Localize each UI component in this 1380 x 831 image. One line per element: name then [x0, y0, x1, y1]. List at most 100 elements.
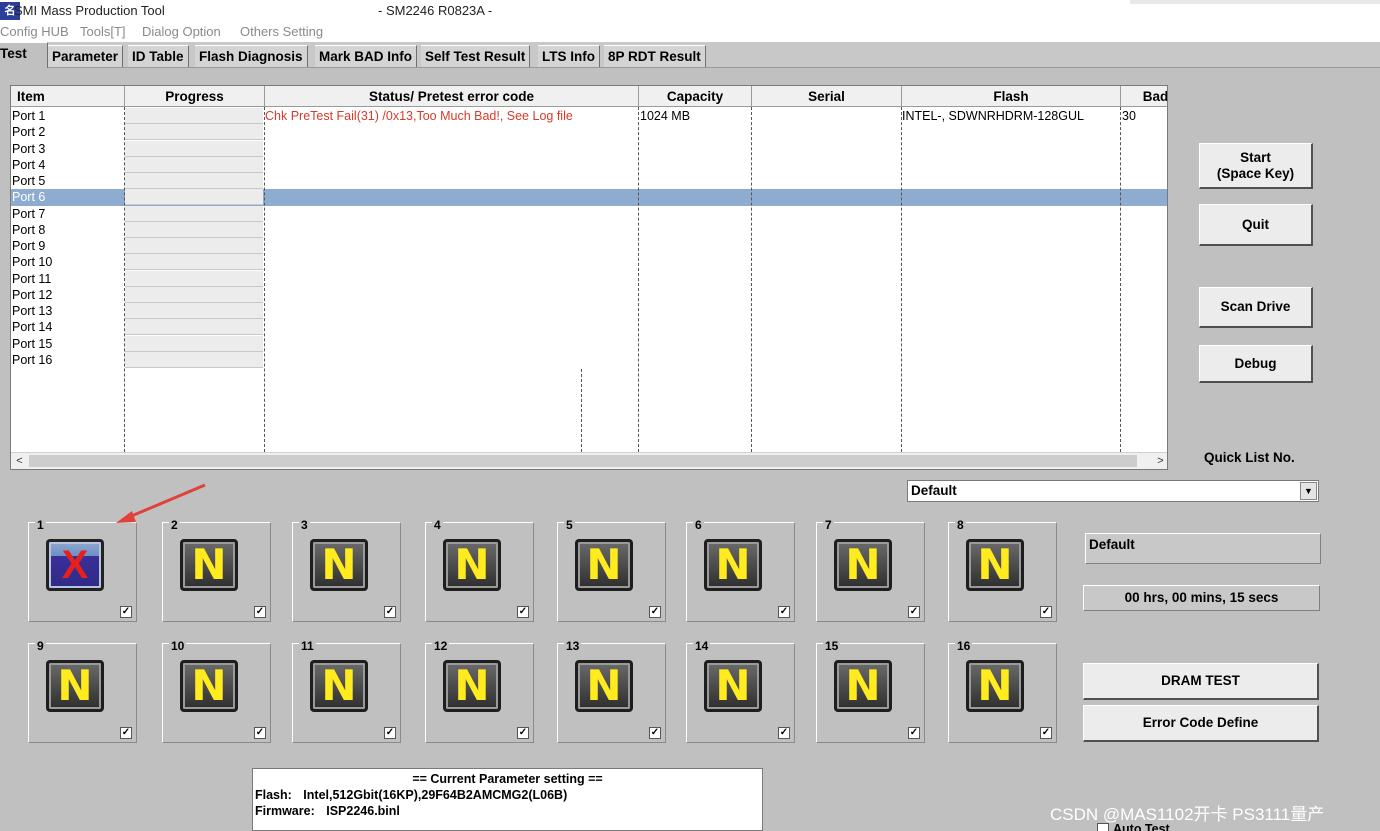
port-slot[interactable]: 8 N ✓: [948, 518, 1057, 622]
slot-enable-checkbox[interactable]: ✓: [908, 727, 920, 739]
horizontal-scrollbar[interactable]: < >: [11, 452, 1167, 469]
table-row[interactable]: Port 16: [11, 351, 1167, 368]
port-slot[interactable]: 1 X ✓: [28, 518, 137, 622]
port-slot[interactable]: 5 N ✓: [557, 518, 666, 622]
port-slot[interactable]: 13 N ✓: [557, 639, 666, 743]
slot-enable-checkbox[interactable]: ✓: [254, 606, 266, 618]
slot-number: 12: [432, 639, 450, 653]
port-slot[interactable]: 3 N ✓: [292, 518, 401, 622]
slot-enable-checkbox[interactable]: ✓: [908, 606, 920, 618]
idle-status-icon: N: [834, 539, 892, 591]
slot-number: 8: [955, 518, 966, 532]
slot-enable-checkbox[interactable]: ✓: [649, 606, 661, 618]
quit-button[interactable]: Quit: [1199, 204, 1313, 246]
port-slot[interactable]: 12 N ✓: [425, 639, 534, 743]
title-bar-edge: [1130, 0, 1380, 4]
col-flash[interactable]: Flash: [902, 86, 1121, 107]
slot-enable-checkbox[interactable]: ✓: [384, 727, 396, 739]
tab-8p-rdt-result[interactable]: 8P RDT Result: [604, 45, 706, 67]
tab-mark-bad-info[interactable]: Mark BAD Info: [315, 45, 418, 67]
col-capacity[interactable]: Capacity: [639, 86, 752, 107]
menu-tools[interactable]: Tools[T]: [80, 24, 126, 39]
table-row[interactable]: Port 5: [11, 173, 1167, 189]
status-glyph: N: [454, 540, 490, 589]
slot-number: 10: [169, 639, 187, 653]
menu-dialog-option[interactable]: Dialog Option: [142, 24, 221, 39]
slot-enable-checkbox[interactable]: ✓: [384, 606, 396, 618]
parameter-title: == Current Parameter setting ==: [412, 772, 603, 786]
error-code-define-button[interactable]: Error Code Define: [1083, 705, 1319, 742]
scroll-right-icon[interactable]: >: [1152, 453, 1167, 469]
port-slot[interactable]: 14 N ✓: [686, 639, 795, 743]
slot-enable-checkbox[interactable]: ✓: [254, 727, 266, 739]
col-item[interactable]: Item: [11, 86, 125, 107]
port-slot[interactable]: 4 N ✓: [425, 518, 534, 622]
tab-parameter[interactable]: Parameter: [48, 45, 124, 67]
port-slot[interactable]: 11 N ✓: [292, 639, 401, 743]
col-status[interactable]: Status/ Pretest error code: [265, 86, 639, 107]
dram-test-button[interactable]: DRAM TEST: [1083, 663, 1319, 700]
table-row[interactable]: Port 9: [11, 238, 1167, 254]
slot-enable-checkbox[interactable]: ✓: [1040, 727, 1052, 739]
slot-number: 15: [823, 639, 841, 653]
quick-list-select[interactable]: Default ▼: [907, 480, 1319, 502]
port-slot[interactable]: 9 N ✓: [28, 639, 137, 743]
slot-enable-checkbox[interactable]: ✓: [649, 727, 661, 739]
port-slot[interactable]: 7 N ✓: [816, 518, 925, 622]
tab-lts-info[interactable]: LTS Info: [538, 45, 600, 67]
slot-enable-checkbox[interactable]: ✓: [517, 727, 529, 739]
col-progress[interactable]: Progress: [125, 86, 265, 107]
col-serial[interactable]: Serial: [752, 86, 902, 107]
start-button[interactable]: Start (Space Key): [1199, 143, 1313, 189]
status-glyph: N: [845, 661, 881, 710]
status-glyph: N: [977, 540, 1013, 589]
tab-self-test-result[interactable]: Self Test Result: [421, 45, 531, 67]
slot-enable-checkbox[interactable]: ✓: [778, 727, 790, 739]
table-row[interactable]: Port 8: [11, 221, 1167, 238]
port-slot[interactable]: 10 N ✓: [162, 639, 271, 743]
scroll-left-icon[interactable]: <: [11, 453, 28, 469]
col-bad[interactable]: Bad: [1121, 86, 1167, 107]
tab-test[interactable]: Test: [0, 42, 48, 68]
table-row[interactable]: Port 6: [11, 189, 1167, 206]
status-glyph: N: [845, 540, 881, 589]
port-slot[interactable]: 15 N ✓: [816, 639, 925, 743]
menu-others-setting[interactable]: Others Setting: [240, 24, 323, 39]
col-divider: [751, 107, 752, 452]
scan-drive-button[interactable]: Scan Drive: [1199, 287, 1313, 328]
slot-enable-checkbox[interactable]: ✓: [778, 606, 790, 618]
table-row[interactable]: Port 2: [11, 124, 1167, 141]
table-row[interactable]: Port 14: [11, 319, 1167, 336]
port-cell: Port 3: [12, 141, 46, 156]
slot-enable-checkbox[interactable]: ✓: [517, 606, 529, 618]
menu-config-hub[interactable]: Config HUB: [0, 24, 69, 39]
port-status-grid[interactable]: Item Progress Status/ Pretest error code…: [10, 85, 1168, 470]
table-row[interactable]: Port 10: [11, 254, 1167, 271]
scroll-thumb[interactable]: [29, 455, 1137, 467]
port-slot[interactable]: 16 N ✓: [948, 639, 1057, 743]
table-row[interactable]: Port 4: [11, 156, 1167, 173]
table-row[interactable]: Port 1 Chk PreTest Fail(31) /0x13,Too Muc…: [11, 108, 1167, 124]
table-row[interactable]: Port 11: [11, 270, 1167, 287]
port-slot[interactable]: 6 N ✓: [686, 518, 795, 622]
table-row[interactable]: Port 7: [11, 205, 1167, 222]
chevron-down-icon[interactable]: ▼: [1300, 482, 1317, 500]
tab-flash-diagnosis[interactable]: Flash Diagnosis: [195, 45, 308, 67]
slot-number: 14: [693, 639, 711, 653]
slot-enable-checkbox[interactable]: ✓: [1040, 606, 1052, 618]
table-row[interactable]: Port 12: [11, 286, 1167, 303]
progress-bar: [125, 124, 263, 141]
idle-status-icon: N: [310, 660, 368, 712]
debug-button[interactable]: Debug: [1199, 345, 1313, 383]
slot-enable-checkbox[interactable]: ✓: [120, 606, 132, 618]
progress-bar: [125, 286, 263, 303]
table-row[interactable]: Port 13: [11, 303, 1167, 319]
port-slot[interactable]: 2 N ✓: [162, 518, 271, 622]
tab-id-table[interactable]: ID Table: [128, 45, 189, 67]
fail-status-icon: X: [46, 539, 104, 591]
table-row[interactable]: Port 3: [11, 140, 1167, 157]
table-row[interactable]: Port 15: [11, 335, 1167, 352]
slot-enable-checkbox[interactable]: ✓: [120, 727, 132, 739]
port-cell: Port 12: [12, 287, 53, 302]
slot-number: 3: [299, 518, 310, 532]
